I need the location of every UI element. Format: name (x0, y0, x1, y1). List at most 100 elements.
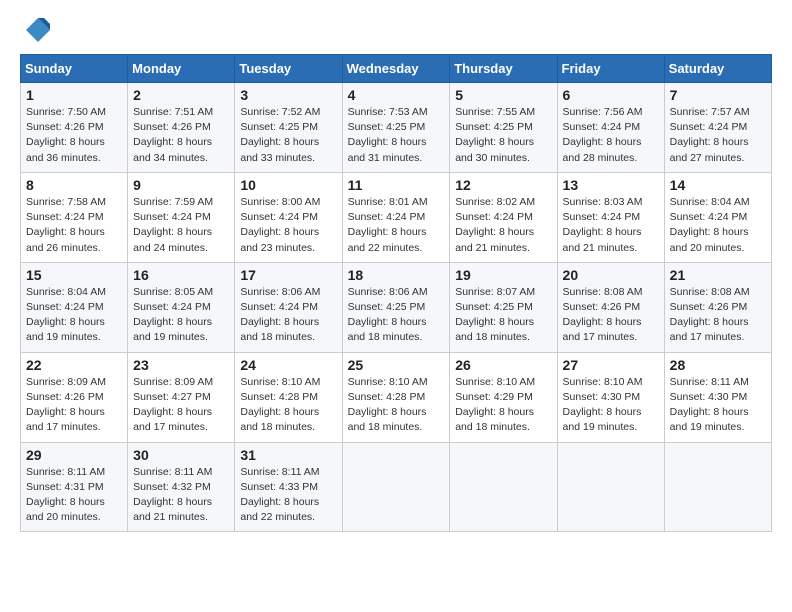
calendar-cell: 19Sunrise: 8:07 AMSunset: 4:25 PMDayligh… (450, 262, 557, 352)
calendar-cell: 9 Sunrise: 7:59 AMSunset: 4:24 PMDaylight… (128, 172, 235, 262)
day-number: 31 (240, 447, 336, 463)
day-number: 6 (563, 87, 659, 103)
day-info: Sunrise: 8:00 AMSunset: 4:24 PMDaylight:… (240, 195, 336, 256)
calendar-header: SundayMondayTuesdayWednesdayThursdayFrid… (21, 55, 772, 83)
day-number: 14 (670, 177, 766, 193)
day-info: Sunrise: 8:01 AMSunset: 4:24 PMDaylight:… (348, 195, 445, 256)
day-number: 4 (348, 87, 445, 103)
day-info: Sunrise: 8:10 AMSunset: 4:30 PMDaylight:… (563, 375, 659, 436)
day-info: Sunrise: 8:07 AMSunset: 4:25 PMDaylight:… (455, 285, 551, 346)
calendar-cell: 27 Sunrise: 8:10 AMSunset: 4:30 PMDayligh… (557, 352, 664, 442)
day-number: 2 (133, 87, 229, 103)
day-info: Sunrise: 8:03 AMSunset: 4:24 PMDaylight:… (563, 195, 659, 256)
calendar-week-1: 1 Sunrise: 7:50 AMSunset: 4:26 PMDaylight… (21, 83, 772, 173)
day-info: Sunrise: 8:10 AMSunset: 4:28 PMDaylight:… (240, 375, 336, 436)
day-info: Sunrise: 8:11 AMSunset: 4:32 PMDaylight:… (133, 465, 229, 526)
calendar-cell: 3 Sunrise: 7:52 AMSunset: 4:25 PMDaylight… (235, 83, 342, 173)
calendar-cell: 21 Sunrise: 8:08 AMSunset: 4:26 PMDayligh… (664, 262, 771, 352)
header-day-saturday: Saturday (664, 55, 771, 83)
day-info: Sunrise: 8:04 AMSunset: 4:24 PMDaylight:… (670, 195, 766, 256)
calendar-cell: 28 Sunrise: 8:11 AMSunset: 4:30 PMDayligh… (664, 352, 771, 442)
day-info: Sunrise: 8:10 AMSunset: 4:28 PMDaylight:… (348, 375, 445, 436)
day-info: Sunrise: 8:02 AMSunset: 4:24 PMDaylight:… (455, 195, 551, 256)
day-number: 25 (348, 357, 445, 373)
day-info: Sunrise: 8:10 AMSunset: 4:29 PMDaylight:… (455, 375, 551, 436)
day-number: 16 (133, 267, 229, 283)
header-day-sunday: Sunday (21, 55, 128, 83)
day-number: 3 (240, 87, 336, 103)
day-info: Sunrise: 7:58 AMSunset: 4:24 PMDaylight:… (26, 195, 122, 256)
day-info: Sunrise: 7:50 AMSunset: 4:26 PMDaylight:… (26, 105, 122, 166)
calendar-cell: 11Sunrise: 8:01 AMSunset: 4:24 PMDayligh… (342, 172, 450, 262)
day-info: Sunrise: 8:11 AMSunset: 4:31 PMDaylight:… (26, 465, 122, 526)
calendar-cell: 25 Sunrise: 8:10 AMSunset: 4:28 PMDayligh… (342, 352, 450, 442)
day-info: Sunrise: 7:56 AMSunset: 4:24 PMDaylight:… (563, 105, 659, 166)
day-number: 5 (455, 87, 551, 103)
logo (20, 16, 52, 44)
calendar-cell: 13 Sunrise: 8:03 AMSunset: 4:24 PMDayligh… (557, 172, 664, 262)
day-info: Sunrise: 8:08 AMSunset: 4:26 PMDaylight:… (563, 285, 659, 346)
day-number: 27 (563, 357, 659, 373)
day-number: 28 (670, 357, 766, 373)
day-info: Sunrise: 7:53 AMSunset: 4:25 PMDaylight:… (348, 105, 445, 166)
day-number: 29 (26, 447, 122, 463)
calendar-cell: 1 Sunrise: 7:50 AMSunset: 4:26 PMDaylight… (21, 83, 128, 173)
calendar-cell: 10 Sunrise: 8:00 AMSunset: 4:24 PMDayligh… (235, 172, 342, 262)
calendar-week-3: 15 Sunrise: 8:04 AMSunset: 4:24 PMDayligh… (21, 262, 772, 352)
day-info: Sunrise: 7:59 AMSunset: 4:24 PMDaylight:… (133, 195, 229, 256)
day-info: Sunrise: 8:09 AMSunset: 4:27 PMDaylight:… (133, 375, 229, 436)
header-day-monday: Monday (128, 55, 235, 83)
calendar-cell: 5 Sunrise: 7:55 AMSunset: 4:25 PMDaylight… (450, 83, 557, 173)
calendar-cell: 18 Sunrise: 8:06 AMSunset: 4:25 PMDayligh… (342, 262, 450, 352)
day-info: Sunrise: 7:52 AMSunset: 4:25 PMDaylight:… (240, 105, 336, 166)
calendar-week-5: 29 Sunrise: 8:11 AMSunset: 4:31 PMDayligh… (21, 442, 772, 532)
day-info: Sunrise: 8:08 AMSunset: 4:26 PMDaylight:… (670, 285, 766, 346)
calendar-cell: 30 Sunrise: 8:11 AMSunset: 4:32 PMDayligh… (128, 442, 235, 532)
day-number: 15 (26, 267, 122, 283)
day-info: Sunrise: 8:06 AMSunset: 4:25 PMDaylight:… (348, 285, 445, 346)
day-number: 9 (133, 177, 229, 193)
calendar-cell: 17 Sunrise: 8:06 AMSunset: 4:24 PMDayligh… (235, 262, 342, 352)
calendar-cell (342, 442, 450, 532)
calendar-cell: 16 Sunrise: 8:05 AMSunset: 4:24 PMDayligh… (128, 262, 235, 352)
header-day-friday: Friday (557, 55, 664, 83)
calendar-table: SundayMondayTuesdayWednesdayThursdayFrid… (20, 54, 772, 532)
day-number: 1 (26, 87, 122, 103)
day-number: 10 (240, 177, 336, 193)
calendar-cell: 22 Sunrise: 8:09 AMSunset: 4:26 PMDayligh… (21, 352, 128, 442)
calendar-cell: 2 Sunrise: 7:51 AMSunset: 4:26 PMDaylight… (128, 83, 235, 173)
calendar-cell: 26Sunrise: 8:10 AMSunset: 4:29 PMDayligh… (450, 352, 557, 442)
day-number: 20 (563, 267, 659, 283)
day-number: 13 (563, 177, 659, 193)
header-day-wednesday: Wednesday (342, 55, 450, 83)
day-info: Sunrise: 7:55 AMSunset: 4:25 PMDaylight:… (455, 105, 551, 166)
calendar-cell: 29 Sunrise: 8:11 AMSunset: 4:31 PMDayligh… (21, 442, 128, 532)
calendar-cell: 24 Sunrise: 8:10 AMSunset: 4:28 PMDayligh… (235, 352, 342, 442)
calendar-cell: 20 Sunrise: 8:08 AMSunset: 4:26 PMDayligh… (557, 262, 664, 352)
day-number: 23 (133, 357, 229, 373)
calendar-cell: 7Sunrise: 7:57 AMSunset: 4:24 PMDaylight… (664, 83, 771, 173)
day-info: Sunrise: 8:11 AMSunset: 4:30 PMDaylight:… (670, 375, 766, 436)
day-info: Sunrise: 8:09 AMSunset: 4:26 PMDaylight:… (26, 375, 122, 436)
header-day-thursday: Thursday (450, 55, 557, 83)
calendar-cell: 15 Sunrise: 8:04 AMSunset: 4:24 PMDayligh… (21, 262, 128, 352)
calendar-body: 1 Sunrise: 7:50 AMSunset: 4:26 PMDaylight… (21, 83, 772, 532)
calendar-cell: 23 Sunrise: 8:09 AMSunset: 4:27 PMDayligh… (128, 352, 235, 442)
day-number: 30 (133, 447, 229, 463)
day-info: Sunrise: 8:06 AMSunset: 4:24 PMDaylight:… (240, 285, 336, 346)
day-number: 21 (670, 267, 766, 283)
day-number: 22 (26, 357, 122, 373)
day-info: Sunrise: 7:51 AMSunset: 4:26 PMDaylight:… (133, 105, 229, 166)
header-row: SundayMondayTuesdayWednesdayThursdayFrid… (21, 55, 772, 83)
calendar-week-2: 8Sunrise: 7:58 AMSunset: 4:24 PMDaylight… (21, 172, 772, 262)
calendar-cell: 14 Sunrise: 8:04 AMSunset: 4:24 PMDayligh… (664, 172, 771, 262)
day-info: Sunrise: 8:04 AMSunset: 4:24 PMDaylight:… (26, 285, 122, 346)
day-info: Sunrise: 8:05 AMSunset: 4:24 PMDaylight:… (133, 285, 229, 346)
day-number: 18 (348, 267, 445, 283)
day-info: Sunrise: 8:11 AMSunset: 4:33 PMDaylight:… (240, 465, 336, 526)
day-number: 17 (240, 267, 336, 283)
calendar-cell (664, 442, 771, 532)
calendar-cell (557, 442, 664, 532)
day-number: 24 (240, 357, 336, 373)
logo-icon (24, 16, 52, 44)
